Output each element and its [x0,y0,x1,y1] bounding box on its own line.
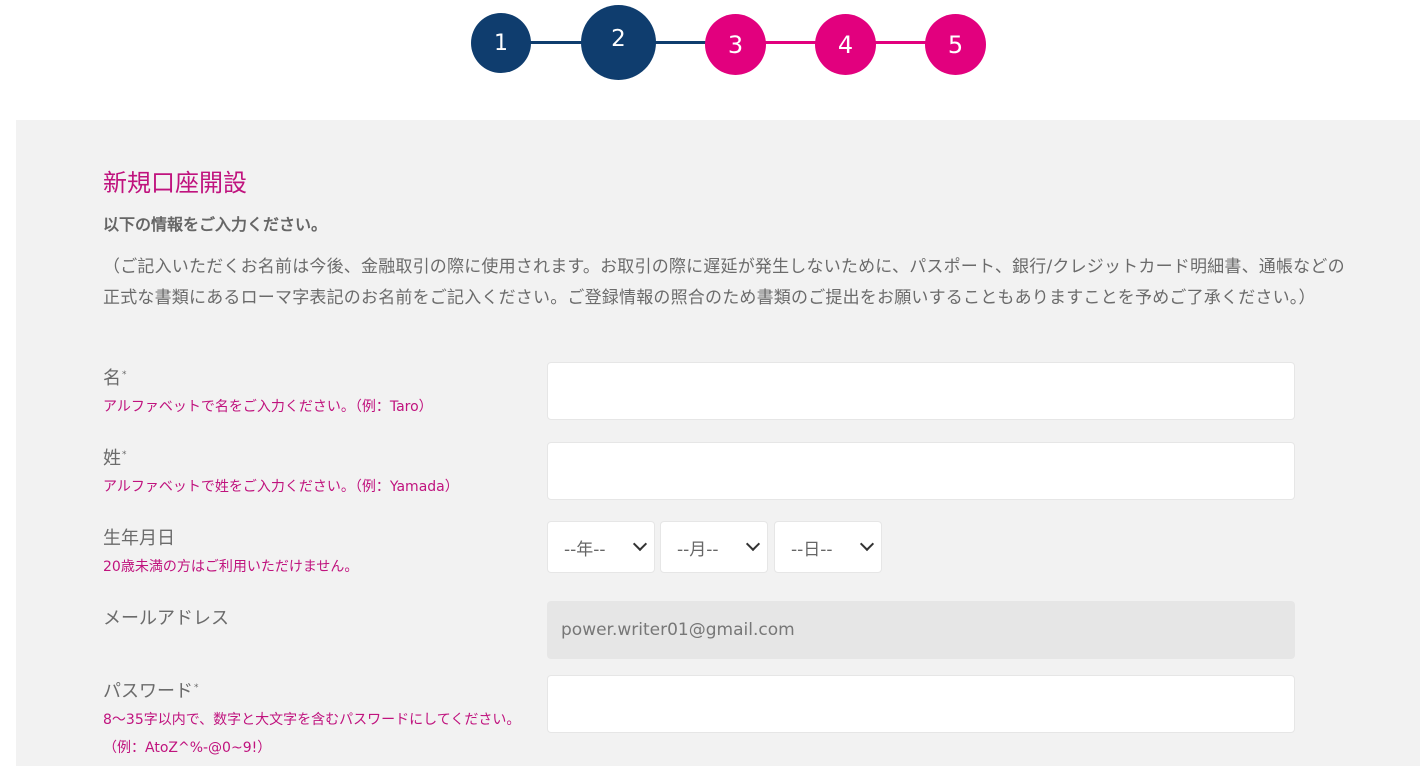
birth-day-select[interactable]: --日-- [774,521,882,573]
account-opening-page: 1 2 3 4 5 新規口座開設 以下の情報をご入力ください。 （ご記入いただく… [0,0,1420,766]
last-name-label-text: 姓 [103,448,121,469]
step-4: 4 [815,14,876,75]
step-1: 1 [471,13,531,73]
progress-stepper: 1 2 3 4 5 [0,0,1420,100]
chevron-down-icon [632,536,648,552]
step-3-label: 3 [727,30,744,59]
birthdate-label: 生年月日 [103,528,175,549]
required-mark: * [194,683,199,693]
step-1-label: 1 [494,30,508,56]
birth-day-value: --日-- [791,539,833,560]
step-2-label: 2 [611,25,626,52]
step-5: 5 [925,14,986,75]
first-name-label: 名* [103,364,127,390]
email-field [547,601,1295,659]
step-5-label: 5 [947,30,964,59]
password-label: パスワード* [103,677,199,703]
last-name-input[interactable] [547,442,1295,500]
first-name-input[interactable] [547,362,1295,420]
step-3: 3 [705,14,766,75]
birth-month-value: --月-- [677,539,719,560]
password-label-text: パスワード [103,681,193,702]
required-mark: * [122,370,127,380]
step-2-current: 2 [581,5,656,80]
birthdate-hint: 20歳未満の方はご利用いただけません。 [103,559,359,575]
first-name-hint: アルファベットで名をご入力ください。（例：Taro） [103,399,433,415]
required-mark: * [122,450,127,460]
form-title: 新規口座開設 [103,169,247,197]
email-label: メールアドレス [103,608,229,629]
birth-month-select[interactable]: --月-- [660,521,768,573]
name-usage-notice: （ご記入いただくお名前は今後、金融取引の際に使用されます。お取引の際に遅延が発生… [103,257,1345,308]
password-hint: 8〜35字以内で、数字と大文字を含むパスワードにしてください。（例：AtoZ^%… [103,712,521,756]
birth-year-select[interactable]: --年-- [547,521,655,573]
birth-year-value: --年-- [564,539,606,560]
last-name-label: 姓* [103,444,127,470]
form-subtitle: 以下の情報をご入力ください。 [103,215,328,234]
chevron-down-icon [745,536,761,552]
step-4-label: 4 [837,30,854,59]
password-input[interactable] [547,675,1295,733]
first-name-label-text: 名 [103,368,121,389]
chevron-down-icon [859,536,875,552]
last-name-hint: アルファベットで姓をご入力ください。（例：Yamada） [103,479,459,495]
